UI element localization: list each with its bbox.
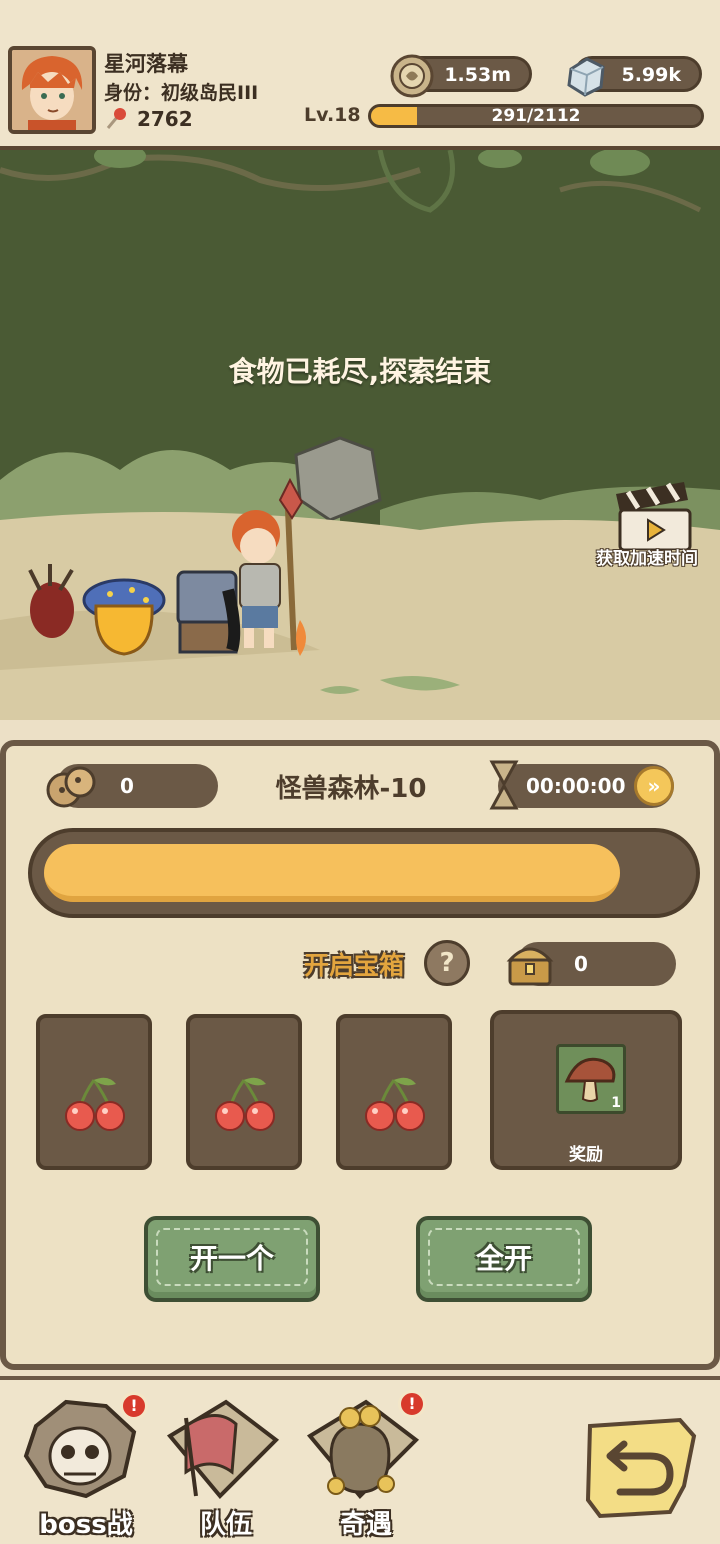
flag-icon [166, 1399, 280, 1499]
power-readout: 2762 [104, 106, 193, 135]
reward-item[interactable]: 1 [556, 1044, 626, 1114]
scene-message: 食物已耗尽,探索结束 [228, 355, 492, 388]
player-level: Lv.18 [304, 104, 361, 126]
stage-title: 怪兽森林-10 [275, 774, 427, 804]
return-arrow-icon [585, 1417, 697, 1519]
exploration-scene: 食物已耗尽,探索结束 获取加速时间 [0, 150, 720, 720]
food-count: 0 [120, 774, 134, 798]
reward-quantity: 1 [611, 1095, 621, 1111]
exploration-progress-fill [44, 844, 620, 902]
boss-label: boss战 [39, 1510, 133, 1540]
fast-forward-button[interactable]: » [634, 766, 674, 806]
gem-value: 5.99k [621, 64, 681, 86]
reward-slot[interactable]: 1 奖励 [490, 1010, 682, 1170]
exploration-progress-bar [28, 828, 700, 918]
chest-slot[interactable] [36, 1014, 152, 1170]
treasure-chest-icon [506, 947, 554, 986]
food-counter: 0 [46, 764, 218, 808]
open-chest-title: 开启宝箱 [304, 951, 405, 980]
button-border [156, 1228, 308, 1286]
coin-icon [390, 54, 434, 98]
open-all-button[interactable]: 全开 [416, 1216, 592, 1302]
chest-slot[interactable] [336, 1014, 452, 1170]
button-border [428, 1228, 580, 1286]
speedup-label: 获取加速时间 [596, 549, 698, 569]
gem-counter[interactable]: 5.99k [567, 56, 702, 97]
crystal-icon [567, 57, 605, 97]
avatar-portrait-icon [12, 50, 92, 130]
chest-help-button[interactable]: ? [424, 940, 470, 986]
jungle-background [0, 150, 720, 720]
nav-encounter[interactable]: 奇遇 ! [296, 1390, 436, 1544]
encounter-label: 奇遇 [339, 1510, 392, 1540]
alert-badge-icon: ! [398, 1390, 426, 1418]
team-label: 队伍 [199, 1510, 252, 1540]
open-one-button[interactable]: 开一个 [144, 1216, 320, 1302]
player-name: 星河落幕 [104, 52, 188, 76]
coin-counter[interactable]: 1.53m [390, 54, 532, 98]
cherry-icon [215, 1077, 275, 1131]
timer-value: 00:00:00 [526, 774, 626, 798]
power-value: 2762 [136, 107, 193, 131]
alert-badge-icon: ! [120, 1392, 148, 1420]
chest-count: 0 [574, 952, 588, 976]
clapperboard-icon [616, 482, 692, 552]
player-rank: 身份：初级岛民III [104, 82, 259, 104]
xp-bar: 291/2112 [368, 104, 704, 128]
block-golem-icon [176, 570, 241, 654]
cherry-icon [65, 1077, 125, 1131]
xp-text: 291/2112 [491, 106, 581, 126]
hourglass-icon [489, 760, 519, 810]
fast-forward-icon: » [647, 774, 661, 798]
power-pin-icon [104, 106, 130, 135]
nav-boss-battle[interactable]: boss战 ! [16, 1392, 156, 1544]
chest-slot[interactable] [186, 1014, 302, 1170]
return-button[interactable] [580, 1416, 700, 1524]
question-icon: ? [439, 948, 455, 978]
exploration-panel: 0 怪兽森林-10 00:00:00 » 开启宝箱 ? 0 1 奖励 开一个 全… [0, 740, 720, 1370]
cherry-icon [365, 1077, 425, 1131]
top-status-bar: 星河落幕 身份：初级岛民III 2762 1.53m 5.99k Lv.18 2… [0, 0, 720, 150]
nav-team[interactable]: 队伍 [156, 1396, 296, 1544]
coin-value: 1.53m [444, 64, 511, 86]
cookie-icon [46, 766, 96, 808]
reward-label: 奖励 [569, 1145, 603, 1165]
player-avatar[interactable] [8, 46, 96, 134]
bottom-nav: boss战 ! 队伍 奇遇 ! [0, 1376, 720, 1544]
